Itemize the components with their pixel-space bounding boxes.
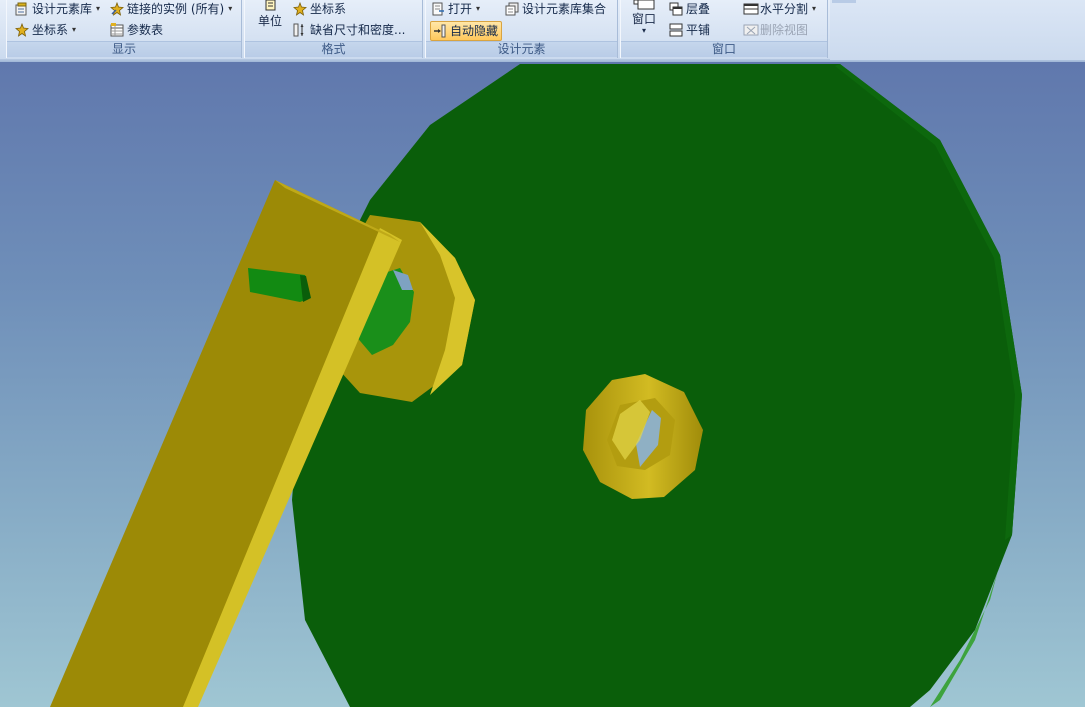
linked-instances-button[interactable]: 链接的实例 (所有) ▾ [110,0,232,18]
units-button[interactable]: 单位 [255,0,285,29]
link-star-icon [110,1,124,16]
ribbon-toolbar: 设计元素库 ▾ 链接的实例 (所有) ▾ 坐标系 ▾ 参数表 显示 单位 坐标系… [0,0,1085,63]
parameter-table-label: 参数表 [127,23,164,37]
default-size-density-button[interactable]: 缺省尺寸和密度... [293,21,405,39]
open-button[interactable]: 打开 ▾ [431,0,480,18]
table-icon [110,23,124,37]
chevron-down-icon: ▾ [476,4,481,13]
ribbon-group-format: 单位 坐标系 缺省尺寸和密度... 格式 [244,0,423,58]
parameter-table-button[interactable]: 参数表 [110,21,163,39]
auto-hide-label: 自动隐藏 [450,24,499,38]
split-horizontal-icon [743,2,759,16]
units-icon [255,0,285,12]
ribbon-empty-area [830,0,1085,60]
cascade-label: 层叠 [686,2,711,16]
split-horizontal-label: 水平分割 [760,2,809,16]
cascade-button[interactable]: 层叠 [669,0,710,18]
auto-hide-button[interactable]: 自动隐藏 [430,21,503,41]
chevron-down-icon: ▾ [96,4,101,13]
library-collection-button[interactable]: 设计元素库集合 [505,0,606,18]
group-label-design-elements: 设计元素 [426,41,617,57]
chevron-down-icon: ▾ [812,4,817,13]
chevron-down-icon: ▾ [228,4,233,13]
default-size-density-label: 缺省尺寸和密度... [310,23,406,37]
tile-label: 平铺 [686,23,711,37]
window-icon [627,0,661,10]
format-coordinate-system-label: 坐标系 [310,2,347,16]
3d-viewport[interactable] [0,62,1085,707]
pin-icon [433,24,447,38]
group-label-format: 格式 [245,41,422,57]
library-collection-label: 设计元素库集合 [522,2,607,16]
coordinate-system-label: 坐标系 [32,23,69,37]
tile-icon [669,23,683,37]
split-horizontal-button[interactable]: 水平分割 ▾ [743,0,816,18]
library-icon [15,2,29,16]
ribbon-group-design-elements: 打开 ▾ 设计元素库集合 自动隐藏 设计元素 [425,0,618,58]
design-library-label: 设计元素库 [32,2,93,16]
tile-button[interactable]: 平铺 [669,21,710,39]
ribbon-tab-stub [832,0,856,3]
ribbon-group-display: 设计元素库 ▾ 链接的实例 (所有) ▾ 坐标系 ▾ 参数表 显示 [6,0,242,58]
window-menu-button[interactable]: 窗口 ▾ [627,0,661,35]
open-icon [431,2,445,16]
delete-view-label: 删除视图 [760,23,809,37]
group-label-window: 窗口 [621,41,827,57]
units-label: 单位 [257,14,282,28]
ribbon-group-window: 窗口 ▾ 层叠 平铺 水平分割 ▾ 删除视图 窗口 [620,0,828,58]
linked-instances-label: 链接的实例 (所有) [127,2,225,16]
cascade-icon [669,2,683,16]
delete-view-icon [743,23,759,37]
format-coordinate-system-button[interactable]: 坐标系 [293,0,346,18]
scene-canvas [50,64,1022,707]
open-label: 打开 [448,2,473,16]
delete-view-button[interactable]: 删除视图 [743,21,808,39]
chevron-down-icon: ▾ [72,25,77,34]
coordinate-star-icon [293,1,307,16]
ruler-icon [293,23,307,37]
coordinate-system-button[interactable]: 坐标系 ▾ [15,21,76,39]
collection-icon [505,2,519,16]
window-menu-label: 窗口 [631,12,656,26]
group-label-display: 显示 [7,41,241,57]
design-library-button[interactable]: 设计元素库 ▾ [15,0,100,18]
coordinate-star-icon [15,22,29,37]
chevron-down-icon: ▾ [641,26,646,35]
